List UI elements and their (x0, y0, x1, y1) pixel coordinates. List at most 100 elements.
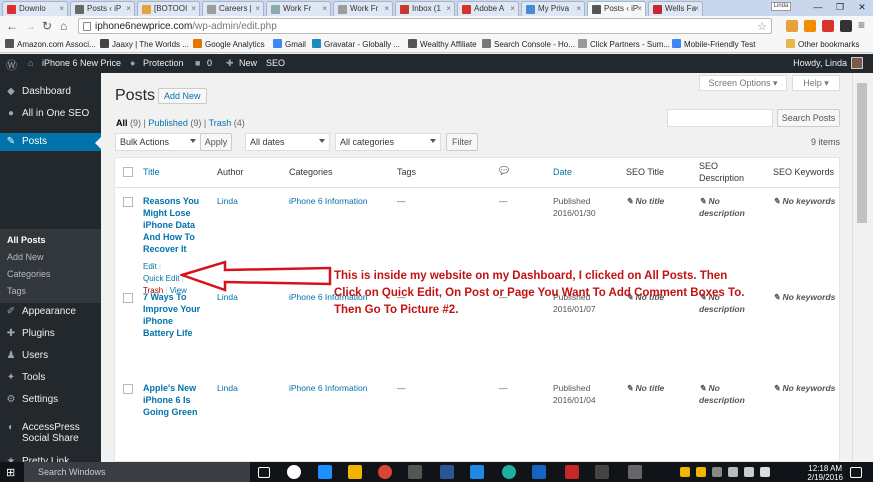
browser-tab[interactable]: [BOTOOI × (137, 1, 200, 16)
extension-icon[interactable] (804, 20, 816, 32)
close-tab-icon[interactable]: × (322, 4, 327, 13)
app-icon[interactable] (628, 465, 642, 479)
bookmark-star-icon[interactable]: ☆ (757, 20, 767, 33)
filter-button[interactable]: Filter (446, 133, 478, 151)
close-tab-icon[interactable]: × (694, 4, 699, 13)
row-checkbox[interactable] (123, 293, 133, 303)
sidebar-item[interactable]: ♟ Users (0, 347, 101, 365)
close-tab-icon[interactable]: × (126, 4, 131, 13)
notifications-icon[interactable] (850, 467, 862, 478)
bookmark-item[interactable]: Gmail (273, 39, 306, 49)
close-tab-icon[interactable]: × (446, 4, 451, 13)
howdy-user[interactable]: Howdy, Linda (793, 58, 847, 68)
page-info-icon[interactable] (83, 22, 91, 31)
extension-icon[interactable] (786, 20, 798, 32)
add-new-button[interactable]: Add New (158, 88, 207, 104)
seo-keywords-value[interactable]: ✎ No keywords (773, 382, 843, 394)
category-link[interactable]: iPhone 6 Information (289, 195, 367, 207)
browser-tab[interactable]: Posts ‹ iP × (70, 1, 135, 16)
close-icon[interactable]: ✕ (851, 0, 873, 16)
bookmark-item[interactable]: Google Analytics (193, 39, 265, 49)
column-date[interactable]: Date (553, 167, 572, 177)
seo-title-value[interactable]: ✎ No title (626, 195, 696, 207)
submenu-item[interactable]: Add New (7, 252, 44, 262)
sidebar-item[interactable]: ✎ Posts (0, 133, 101, 151)
filter-all[interactable]: All (116, 118, 128, 128)
volume-icon[interactable] (760, 467, 770, 477)
chrome-icon[interactable] (378, 465, 392, 479)
tray-icon[interactable] (696, 467, 706, 477)
categories-select[interactable]: All categories (335, 133, 441, 151)
app-icon[interactable] (595, 465, 609, 479)
bookmark-item[interactable]: Wealthy Affiliate (408, 39, 477, 49)
app-icon[interactable] (502, 465, 516, 479)
sidebar-item[interactable]: ✚ Plugins (0, 325, 101, 343)
app-icon[interactable] (408, 465, 422, 479)
app-icon[interactable] (470, 465, 484, 479)
seo-title-value[interactable]: ✎ No title (626, 382, 696, 394)
seo-keywords-value[interactable]: ✎ No keywords (773, 195, 843, 207)
filter-trash[interactable]: Trash (209, 118, 232, 128)
edit-link[interactable]: Edit (143, 262, 157, 271)
back-icon[interactable]: ← (6, 19, 18, 33)
tray-icon[interactable] (728, 467, 738, 477)
word-icon[interactable] (440, 465, 454, 479)
browser-tab[interactable]: Inbox (1 × (395, 1, 455, 16)
browser-tab[interactable]: My Priva × (521, 1, 585, 16)
taskbar-search[interactable]: Search Windows (24, 462, 250, 482)
home-icon[interactable]: ⌂ (60, 19, 67, 33)
help-button[interactable]: Help ▾ (792, 75, 840, 91)
close-tab-icon[interactable]: × (576, 4, 581, 13)
avatar[interactable] (851, 57, 863, 69)
dates-select[interactable]: All dates (245, 133, 330, 151)
bulk-actions-select[interactable]: Bulk Actions (115, 133, 201, 151)
reload-icon[interactable]: ↻ (42, 19, 52, 33)
comments-count[interactable]: 0 (207, 58, 212, 68)
author-link[interactable]: Linda (217, 382, 238, 394)
browser-tab[interactable]: Posts ‹ iP × (587, 1, 646, 16)
post-title-link[interactable]: Reasons You Might Lose iPhone Data And H… (143, 195, 205, 255)
mcafee-icon[interactable] (565, 465, 579, 479)
apply-button[interactable]: Apply (200, 133, 232, 151)
sidebar-item[interactable]: ⚙ Settings (0, 391, 101, 409)
author-link[interactable]: Linda (217, 195, 238, 207)
post-title-link[interactable]: Apple's New iPhone 6 Is Going Green (143, 382, 205, 418)
browser-tab[interactable]: Wells Fa × (648, 1, 703, 16)
search-posts-input[interactable] (667, 109, 773, 127)
new-link[interactable]: New (239, 58, 257, 68)
minimize-icon[interactable]: — (807, 0, 829, 16)
app-icon[interactable] (532, 465, 546, 479)
category-link[interactable]: iPhone 6 Information (289, 382, 367, 394)
browser-tab[interactable]: Careers | × (202, 1, 264, 16)
browser-tab[interactable]: Downlo × (2, 1, 68, 16)
seo-description-value[interactable]: ✎ No description (699, 195, 754, 219)
browser-tab[interactable]: Work Fr × (333, 1, 393, 16)
close-tab-icon[interactable]: × (59, 4, 64, 13)
network-icon[interactable] (744, 467, 754, 477)
bookmark-item[interactable]: Click Partners - Sum... (578, 39, 670, 49)
sidebar-item[interactable]: ✐ Appearance (0, 303, 101, 321)
tray-icon[interactable] (680, 467, 690, 477)
seo-keywords-value[interactable]: ✎ No keywords (773, 291, 843, 303)
close-tab-icon[interactable]: × (637, 4, 642, 13)
filter-published[interactable]: Published (148, 118, 188, 128)
sidebar-item[interactable]: ● All in One SEO (0, 105, 101, 123)
seo-link[interactable]: SEO (266, 58, 285, 68)
task-view-icon[interactable] (258, 467, 270, 478)
search-posts-button[interactable]: Search Posts (777, 109, 840, 127)
submenu-item[interactable]: All Posts (7, 235, 46, 245)
protection-link[interactable]: Protection (143, 58, 184, 68)
forward-icon[interactable]: → (24, 19, 36, 33)
sidebar-item[interactable]: ◆ Dashboard (0, 83, 101, 101)
quick-edit-link[interactable]: Quick Edit (143, 274, 179, 283)
close-tab-icon[interactable]: × (255, 4, 260, 13)
extension-icon[interactable] (840, 20, 852, 32)
taskbar-clock[interactable]: 12:18 AM 2/19/2016 (807, 464, 843, 482)
bookmark-item[interactable]: Other bookmarks (786, 39, 859, 49)
windows-start-icon[interactable]: ⊞ (6, 466, 15, 479)
tray-icon[interactable] (712, 467, 722, 477)
sidebar-item[interactable]: ✦ Tools (0, 369, 101, 387)
column-comments-icon[interactable]: 💬 (499, 166, 509, 175)
sidebar-item[interactable]: ◐ AccessPress Social Share (0, 419, 101, 445)
hp-icon[interactable] (287, 465, 301, 479)
